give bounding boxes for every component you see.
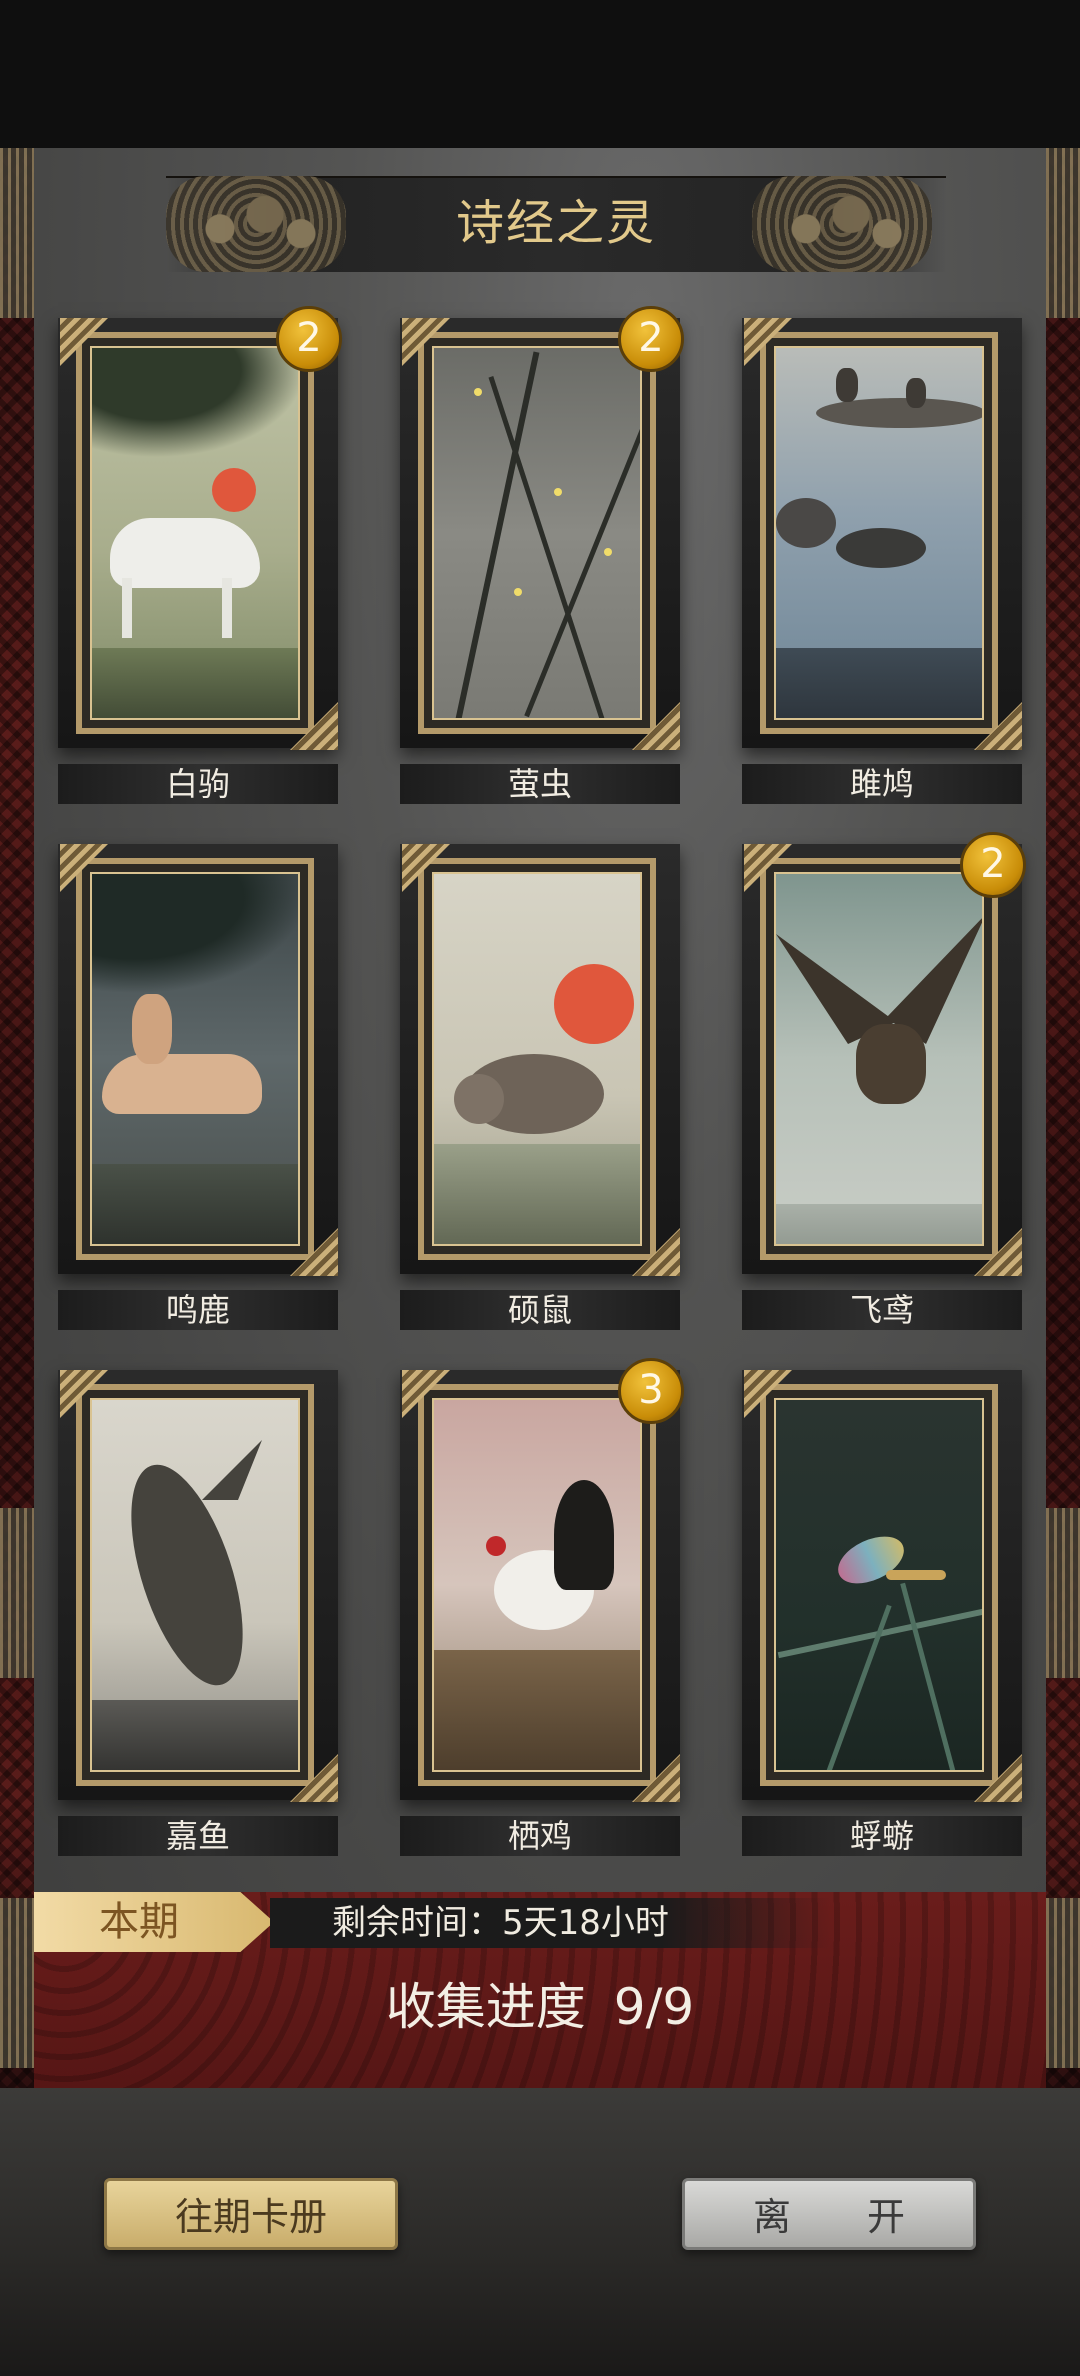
card-osprey[interactable]: 雎鸠 bbox=[742, 318, 1022, 818]
left-decorative-pillar bbox=[0, 148, 34, 2088]
card-count-badge: 2 bbox=[618, 306, 684, 372]
card-label: 栖鸡 bbox=[507, 1817, 572, 1855]
right-decorative-pillar bbox=[1046, 148, 1080, 2088]
card-label: 嘉鱼 bbox=[165, 1817, 230, 1855]
card-mayfly[interactable]: 蜉蝣 bbox=[742, 1370, 1022, 1870]
card-label: 萤虫 bbox=[507, 765, 572, 803]
card-label: 硕鼠 bbox=[507, 1291, 572, 1329]
card-firefly[interactable]: 萤虫 2 bbox=[400, 306, 684, 818]
card-rat[interactable]: 硕鼠 bbox=[400, 844, 680, 1344]
card-label: 飞鸢 bbox=[849, 1291, 914, 1329]
leave-button[interactable]: 离 开 bbox=[682, 2178, 976, 2250]
progress-value: 9/9 bbox=[613, 1978, 695, 2036]
card-count-badge: 3 bbox=[618, 1358, 684, 1424]
card-label: 鸣鹿 bbox=[165, 1291, 230, 1329]
time-remaining-text: 剩余时间：5天18小时 bbox=[332, 1903, 669, 1943]
past-albums-button[interactable]: 往期卡册 bbox=[104, 2178, 398, 2250]
progress-label: 收集进度 bbox=[385, 1978, 586, 2036]
card-fish[interactable]: 嘉鱼 bbox=[58, 1370, 338, 1870]
collection-progress: 收集进度 9/9 bbox=[34, 1972, 1046, 2042]
card-count-badge: 2 bbox=[276, 306, 342, 372]
card-rooster[interactable]: 栖鸡 3 bbox=[400, 1358, 684, 1870]
card-label: 白驹 bbox=[165, 765, 230, 803]
period-label: 本期 bbox=[99, 1899, 179, 1945]
card-label: 蜉蝣 bbox=[849, 1817, 914, 1855]
album-title: 诗经之灵 bbox=[455, 195, 656, 251]
card-count-badge: 2 bbox=[960, 832, 1026, 898]
card-deer[interactable]: 鸣鹿 bbox=[58, 844, 338, 1344]
top-black-band bbox=[0, 0, 1080, 148]
card-kite[interactable]: 飞鸢 2 bbox=[742, 832, 1026, 1344]
card-white-horse[interactable]: 白驹 2 bbox=[58, 306, 342, 818]
card-label: 雎鸠 bbox=[849, 765, 914, 803]
